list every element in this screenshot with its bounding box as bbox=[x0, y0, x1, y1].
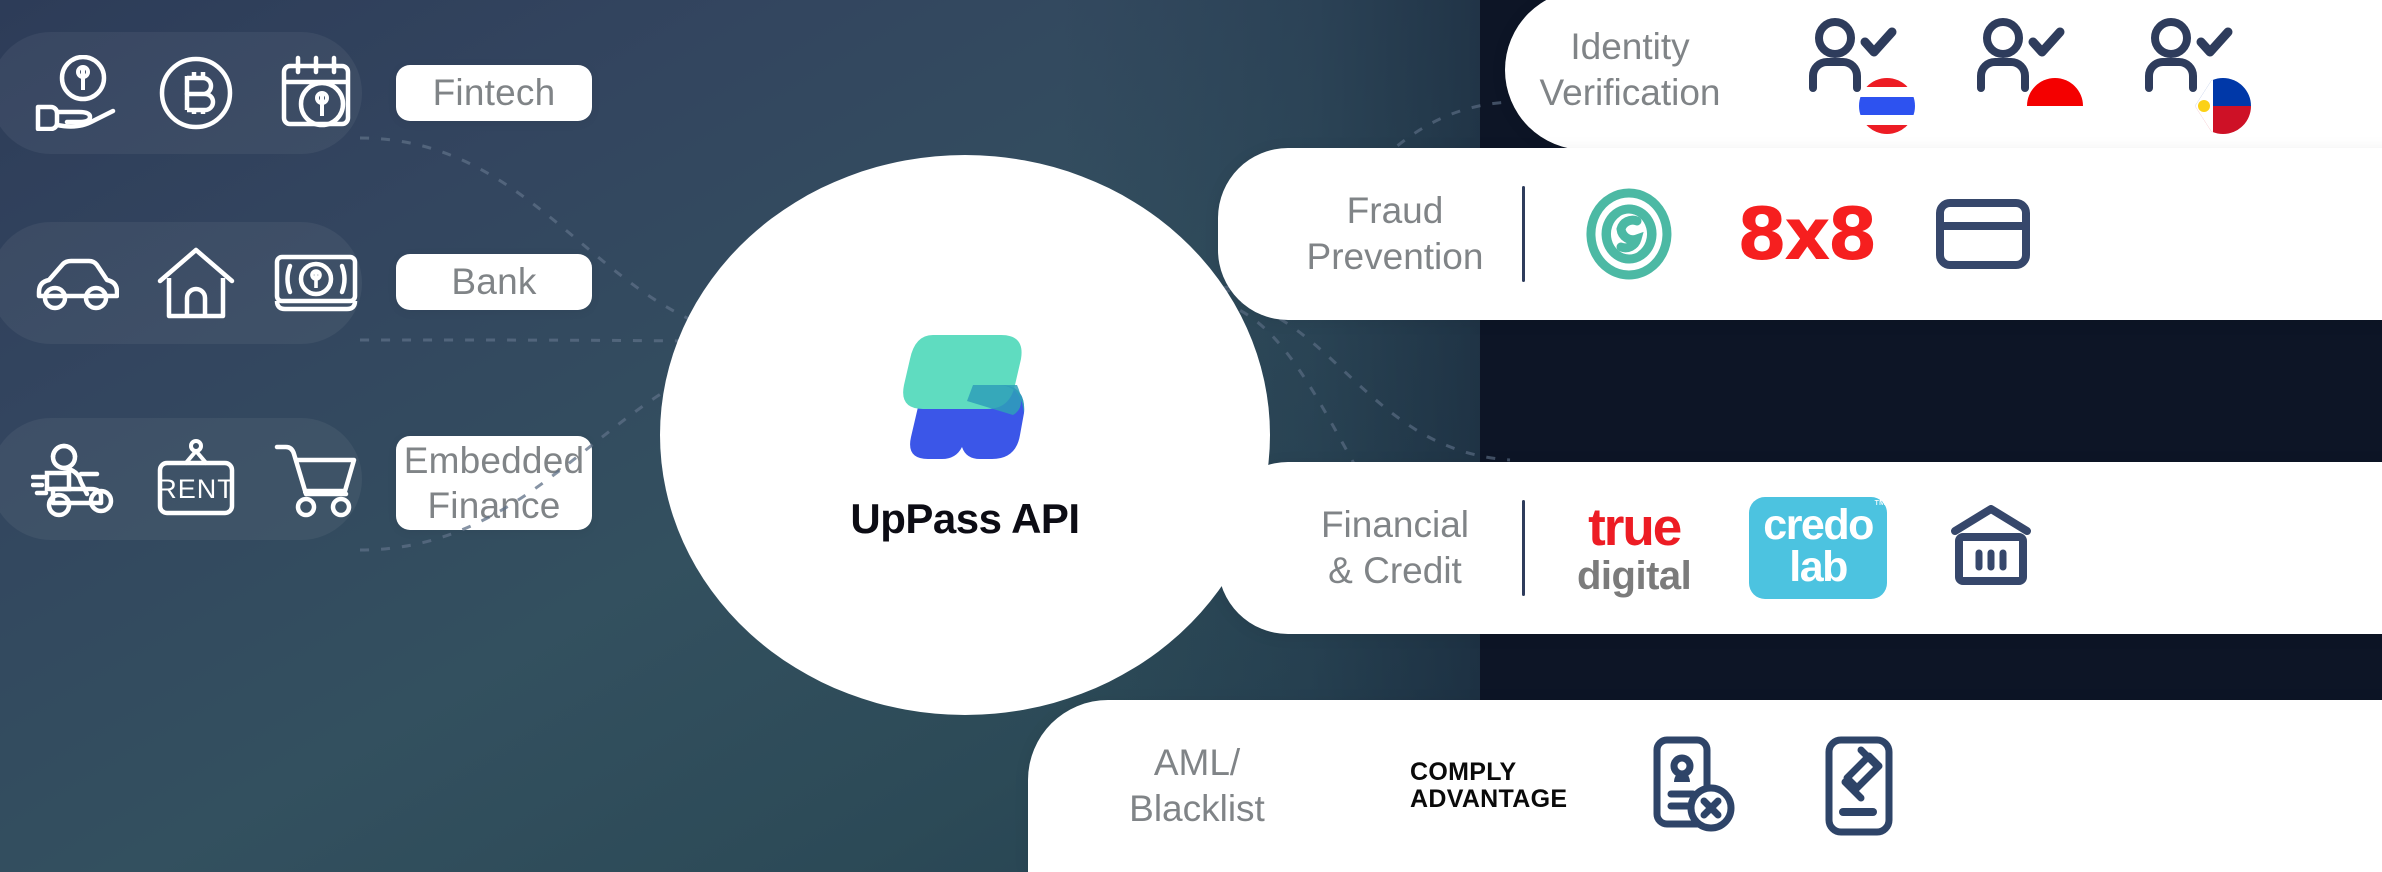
trademark-symbol: ™ bbox=[1873, 496, 1886, 512]
diagram-canvas: Fintech Bank RENT Embedded Finance UpPas… bbox=[0, 0, 2382, 872]
card-identity-verification-partners bbox=[1755, 15, 2251, 134]
partner-user-check-philippines[interactable] bbox=[2137, 15, 2251, 134]
comply-wordmark-line1: COMPLY bbox=[1410, 757, 1517, 786]
card-fraud-prevention[interactable]: Fraud Prevention 8x8 bbox=[1218, 148, 2382, 320]
comply-wordmark-line2: ADVANTAGE bbox=[1410, 785, 1568, 813]
card-identity-verification[interactable]: Identity Verification bbox=[1505, 0, 2382, 150]
card-aml-blacklist[interactable]: AML/ Blacklist COMPLY ADVANTAGE bbox=[1028, 700, 2382, 872]
uppass-logo-icon bbox=[873, 327, 1058, 477]
uppass-api-hub: UpPass API bbox=[660, 155, 1270, 715]
cat-line1: AML/ bbox=[1153, 741, 1241, 783]
cat-line1: Financial bbox=[1320, 503, 1470, 545]
hand-holding-dollar-icon bbox=[16, 33, 136, 153]
card-financial-credit-partners: true digital ™ credo lab bbox=[1539, 493, 2037, 603]
svg-text:RENT: RENT bbox=[157, 474, 235, 504]
delivery-scooter-icon bbox=[16, 419, 136, 539]
cat-line1: Identity bbox=[1570, 25, 1690, 67]
digital-wordmark: digital bbox=[1577, 553, 1692, 598]
lab-wordmark: lab bbox=[1789, 543, 1848, 591]
partner-true-digital-logo[interactable]: true digital bbox=[1577, 493, 1692, 603]
partner-comply-advantage-logo[interactable]: COMPLY ADVANTAGE bbox=[1410, 731, 1567, 841]
partner-user-check-thailand[interactable] bbox=[1801, 15, 1915, 134]
cat-line2: Prevention bbox=[1306, 236, 1484, 277]
rent-sign-icon: RENT bbox=[136, 419, 256, 539]
car-icon bbox=[16, 223, 136, 343]
cat-line2: Verification bbox=[1539, 72, 1721, 113]
partner-credit-card-icon[interactable] bbox=[1935, 179, 2031, 289]
card-aml-blacklist-partners: COMPLY ADVANTAGE bbox=[1322, 731, 1901, 841]
house-icon bbox=[136, 223, 256, 343]
8x8-wordmark: 8x8 bbox=[1737, 192, 1878, 276]
hub-title: UpPass API bbox=[850, 495, 1080, 542]
cat-line2: Blacklist bbox=[1129, 788, 1265, 829]
card-fraud-prevention-partners: 8x8 bbox=[1539, 179, 2031, 289]
card-identity-verification-category: Identity Verification bbox=[1505, 24, 1755, 117]
cat-line2: & Credit bbox=[1328, 550, 1462, 591]
partner-bank-building-icon[interactable] bbox=[1945, 493, 2037, 603]
partner-gavel-document-icon[interactable] bbox=[1817, 731, 1901, 841]
card-aml-blacklist-category: AML/ Blacklist bbox=[1072, 740, 1322, 833]
card-divider bbox=[1522, 500, 1525, 596]
credo-wordmark: credo bbox=[1763, 500, 1874, 549]
segment-embedded-finance-icons: RENT bbox=[0, 418, 362, 540]
true-wordmark: true bbox=[1588, 497, 1682, 557]
card-financial-credit-category: Financial & Credit bbox=[1270, 502, 1520, 595]
partner-credolab-logo[interactable]: ™ credo lab bbox=[1749, 493, 1887, 603]
partner-sumsub-logo[interactable] bbox=[1581, 179, 1677, 289]
card-divider bbox=[1522, 186, 1525, 282]
card-financial-credit[interactable]: Financial & Credit true digital ™ credo … bbox=[1218, 462, 2382, 634]
partner-8x8-logo[interactable]: 8x8 bbox=[1737, 179, 1878, 289]
segment-bank-icons bbox=[0, 222, 362, 344]
segment-fintech-icons bbox=[0, 32, 362, 154]
flag-thailand-icon bbox=[1859, 78, 1915, 134]
partner-id-card-blocked-icon[interactable] bbox=[1649, 731, 1735, 841]
flag-philippines-icon bbox=[2195, 78, 2251, 134]
flag-indonesia-icon bbox=[2027, 78, 2083, 134]
cat-line1: Fraud bbox=[1346, 189, 1444, 231]
card-fraud-prevention-category: Fraud Prevention bbox=[1270, 188, 1520, 281]
partner-user-check-indonesia[interactable] bbox=[1969, 15, 2083, 134]
bitcoin-icon bbox=[136, 33, 256, 153]
